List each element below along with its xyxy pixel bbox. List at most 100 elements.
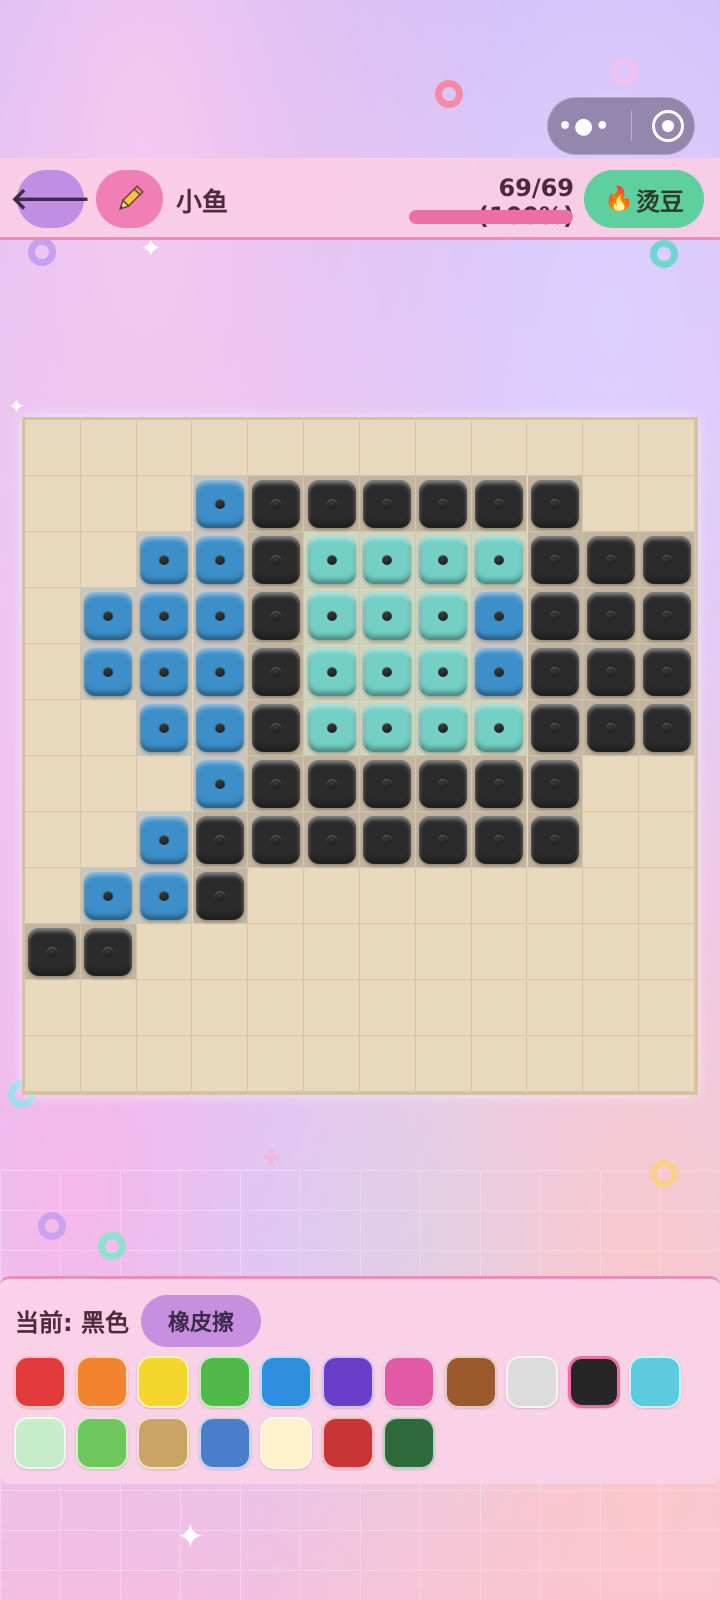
board-cell[interactable] xyxy=(415,700,472,756)
board-cell[interactable] xyxy=(80,812,137,868)
board-cell[interactable] xyxy=(136,476,193,532)
color-swatch[interactable] xyxy=(137,1356,189,1408)
board-cell[interactable] xyxy=(583,532,640,588)
board-cell[interactable] xyxy=(248,868,305,924)
board-cell[interactable] xyxy=(360,756,416,812)
board-cell[interactable] xyxy=(80,924,137,980)
board-cell[interactable] xyxy=(136,756,193,812)
board-cell[interactable] xyxy=(80,644,137,700)
board-cell[interactable] xyxy=(583,644,640,700)
board-cell[interactable] xyxy=(360,700,416,756)
board-cell[interactable] xyxy=(192,700,249,756)
board-cell[interactable] xyxy=(248,700,305,756)
color-swatch[interactable] xyxy=(75,1356,128,1408)
board-cell[interactable] xyxy=(304,532,360,588)
board-cell[interactable] xyxy=(471,812,528,868)
color-swatch[interactable] xyxy=(506,1356,558,1408)
board-cell[interactable] xyxy=(248,532,305,588)
board-cell[interactable] xyxy=(80,1036,137,1092)
board-cell[interactable] xyxy=(583,476,640,532)
board-cell[interactable] xyxy=(304,812,360,868)
board-cell[interactable] xyxy=(136,420,193,476)
board-cell[interactable] xyxy=(136,868,193,924)
board-cell[interactable] xyxy=(248,756,305,812)
board-cell[interactable] xyxy=(304,588,360,644)
board-cell[interactable] xyxy=(192,532,249,588)
board-cell[interactable] xyxy=(583,812,640,868)
color-swatch[interactable] xyxy=(137,1417,189,1469)
back-button[interactable]: 🡐 xyxy=(10,170,91,228)
board-cell[interactable] xyxy=(25,476,81,532)
color-swatch[interactable] xyxy=(14,1417,66,1469)
board-cell[interactable] xyxy=(527,532,584,588)
board-cell[interactable] xyxy=(360,420,416,476)
board-cell[interactable] xyxy=(192,924,249,980)
board-cell[interactable] xyxy=(471,756,528,812)
board-cell[interactable] xyxy=(471,924,528,980)
board-cell[interactable] xyxy=(471,532,528,588)
board-cell[interactable] xyxy=(415,868,472,924)
board-cell[interactable] xyxy=(304,868,360,924)
board-cell[interactable] xyxy=(527,588,584,644)
board-cell[interactable] xyxy=(192,588,249,644)
board-cell[interactable] xyxy=(360,644,416,700)
color-swatch[interactable] xyxy=(260,1417,312,1469)
board-cell[interactable] xyxy=(136,532,193,588)
board-cell[interactable] xyxy=(471,644,528,700)
color-swatch[interactable] xyxy=(629,1356,681,1408)
board-cell[interactable] xyxy=(25,812,81,868)
board-cell[interactable] xyxy=(583,868,640,924)
board-cell[interactable] xyxy=(304,700,360,756)
board-cell[interactable] xyxy=(80,476,137,532)
board-cell[interactable] xyxy=(248,476,305,532)
board-cell[interactable] xyxy=(192,980,249,1036)
board-cell[interactable] xyxy=(304,1036,360,1092)
board-cell[interactable] xyxy=(192,1036,249,1092)
board-cell[interactable] xyxy=(136,924,193,980)
board-cell[interactable] xyxy=(304,420,360,476)
board-cell[interactable] xyxy=(136,700,193,756)
board-cell[interactable] xyxy=(583,756,640,812)
board-cell[interactable] xyxy=(471,980,528,1036)
board-cell[interactable] xyxy=(471,420,528,476)
board-cell[interactable] xyxy=(304,980,360,1036)
board-cell[interactable] xyxy=(192,476,249,532)
board-cell[interactable] xyxy=(639,812,695,868)
board-cell[interactable] xyxy=(25,924,81,980)
color-swatch[interactable] xyxy=(321,1356,374,1408)
board-cell[interactable] xyxy=(304,756,360,812)
board-cell[interactable] xyxy=(471,700,528,756)
board-cell[interactable] xyxy=(80,420,137,476)
board-cell[interactable] xyxy=(583,924,640,980)
board-cell[interactable] xyxy=(25,588,81,644)
board-cell[interactable] xyxy=(583,700,640,756)
edit-button[interactable] xyxy=(96,170,163,228)
board-cell[interactable] xyxy=(583,420,640,476)
board-cell[interactable] xyxy=(136,980,193,1036)
color-swatch[interactable] xyxy=(383,1417,435,1469)
color-swatch[interactable] xyxy=(14,1356,66,1408)
board-cell[interactable] xyxy=(248,980,305,1036)
board-cell[interactable] xyxy=(25,980,81,1036)
board-cell[interactable] xyxy=(360,476,416,532)
board-cell[interactable] xyxy=(527,924,584,980)
board-cell[interactable] xyxy=(80,868,137,924)
board-cell[interactable] xyxy=(80,700,137,756)
board-cell[interactable] xyxy=(360,532,416,588)
board-cell[interactable] xyxy=(527,1036,584,1092)
board-cell[interactable] xyxy=(360,1036,416,1092)
color-swatch[interactable] xyxy=(198,1417,251,1469)
board-cell[interactable] xyxy=(639,756,695,812)
board-cell[interactable] xyxy=(192,644,249,700)
board-cell[interactable] xyxy=(471,588,528,644)
board-cell[interactable] xyxy=(360,588,416,644)
board-cell[interactable] xyxy=(527,644,584,700)
board-cell[interactable] xyxy=(415,476,472,532)
color-swatch[interactable] xyxy=(321,1417,374,1469)
board-cell[interactable] xyxy=(248,644,305,700)
board-cell[interactable] xyxy=(527,700,584,756)
color-swatch[interactable] xyxy=(75,1417,128,1469)
board-cell[interactable] xyxy=(639,700,695,756)
board-cell[interactable] xyxy=(471,476,528,532)
board-cell[interactable] xyxy=(415,588,472,644)
